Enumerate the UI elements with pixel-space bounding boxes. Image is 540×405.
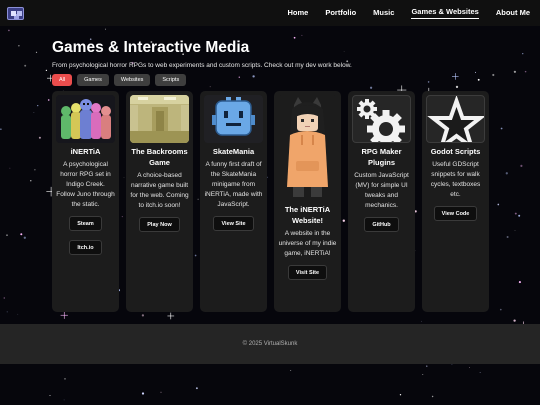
nav-link-about-me[interactable]: About Me — [496, 8, 530, 19]
filter-bar: All Games Websites Scripts — [52, 74, 352, 86]
project-card-skatemania: SkateMania A funny first draft of the Sk… — [200, 91, 267, 312]
rpg-maker-thumbnail — [352, 95, 411, 143]
card-description: Useful GDScript snippets for walk cycles… — [430, 161, 481, 198]
card-description: A choice-based narrative game built for … — [130, 172, 189, 209]
filter-scripts-button[interactable]: Scripts — [155, 74, 187, 86]
project-card-backrooms: The Backrooms Game A choice-based narrat… — [126, 91, 193, 312]
view-site-button[interactable]: View Site — [213, 216, 254, 231]
card-title: iNERTiA — [70, 147, 101, 156]
project-card-rpg-maker-plugins: RPG Maker Plugins Custom JavaScript (MV)… — [348, 91, 415, 312]
github-button[interactable]: GitHub — [364, 217, 399, 232]
filter-websites-button[interactable]: Websites — [113, 74, 151, 86]
skatemania-thumbnail — [204, 95, 263, 143]
yellow-hallway-photo — [130, 95, 189, 143]
card-description: Custom JavaScript (MV) for simple UI twe… — [354, 172, 409, 209]
gear-icon — [357, 99, 405, 142]
nav-link-portfolio[interactable]: Portfolio — [325, 8, 356, 19]
project-card-godot-scripts: Godot Scripts Useful GDScript snippets f… — [422, 91, 489, 312]
backrooms-thumbnail — [130, 95, 189, 143]
itchio-button[interactable]: Itch.io — [69, 240, 102, 255]
top-nav: Home Portfolio Music Games & Websites Ab… — [0, 0, 540, 26]
blue-robot-sprite — [204, 95, 263, 143]
card-title: Godot Scripts — [430, 147, 481, 156]
steam-button[interactable]: Steam — [69, 216, 102, 231]
card-title: SkateMania — [212, 147, 255, 156]
card-description: A website in the universe of my indie ga… — [278, 230, 337, 257]
inertia-thumbnail — [56, 95, 115, 143]
character-group-art — [56, 95, 115, 143]
nav-link-music[interactable]: Music — [373, 8, 394, 19]
godot-thumbnail — [426, 95, 485, 143]
site-footer: © 2025 VirtualSkunk — [0, 324, 540, 364]
project-card-inertia: iNERTiA A psychological horror RPG set i… — [52, 91, 119, 312]
page-title: Games & Interactive Media — [52, 39, 250, 56]
filter-all-button[interactable]: All — [52, 74, 73, 86]
card-description: A psychological horror RPG set in Indigo… — [56, 161, 115, 208]
character-in-orange-hoodie — [287, 97, 328, 197]
filter-games-button[interactable]: Games — [77, 74, 109, 86]
play-now-button[interactable]: Play Now — [139, 217, 180, 232]
card-title: The Backrooms Game — [131, 147, 188, 167]
project-card-inertia-website: The iNERTiA Website! A website in the un… — [274, 91, 341, 312]
star-icon — [427, 96, 484, 142]
page-subtitle: From psychological horror RPGs to web ex… — [52, 62, 352, 69]
nav-links: Home Portfolio Music Games & Websites Ab… — [271, 7, 530, 19]
inertia-website-thumbnail — [278, 95, 337, 201]
nav-link-home[interactable]: Home — [288, 8, 309, 19]
page-header: Games & Interactive Media From psycholog… — [52, 39, 352, 86]
nav-link-games-websites[interactable]: Games & Websites — [411, 7, 479, 19]
view-code-button[interactable]: View Code — [433, 206, 478, 221]
site-logo-icon[interactable] — [7, 6, 24, 20]
card-description: A funny first draft of the SkateMania mi… — [204, 161, 263, 208]
card-title: The iNERTiA Website! — [284, 205, 331, 225]
visit-site-button[interactable]: Visit Site — [287, 265, 328, 280]
copyright-text: © 2025 VirtualSkunk — [242, 341, 298, 347]
card-title: RPG Maker Plugins — [361, 147, 402, 167]
